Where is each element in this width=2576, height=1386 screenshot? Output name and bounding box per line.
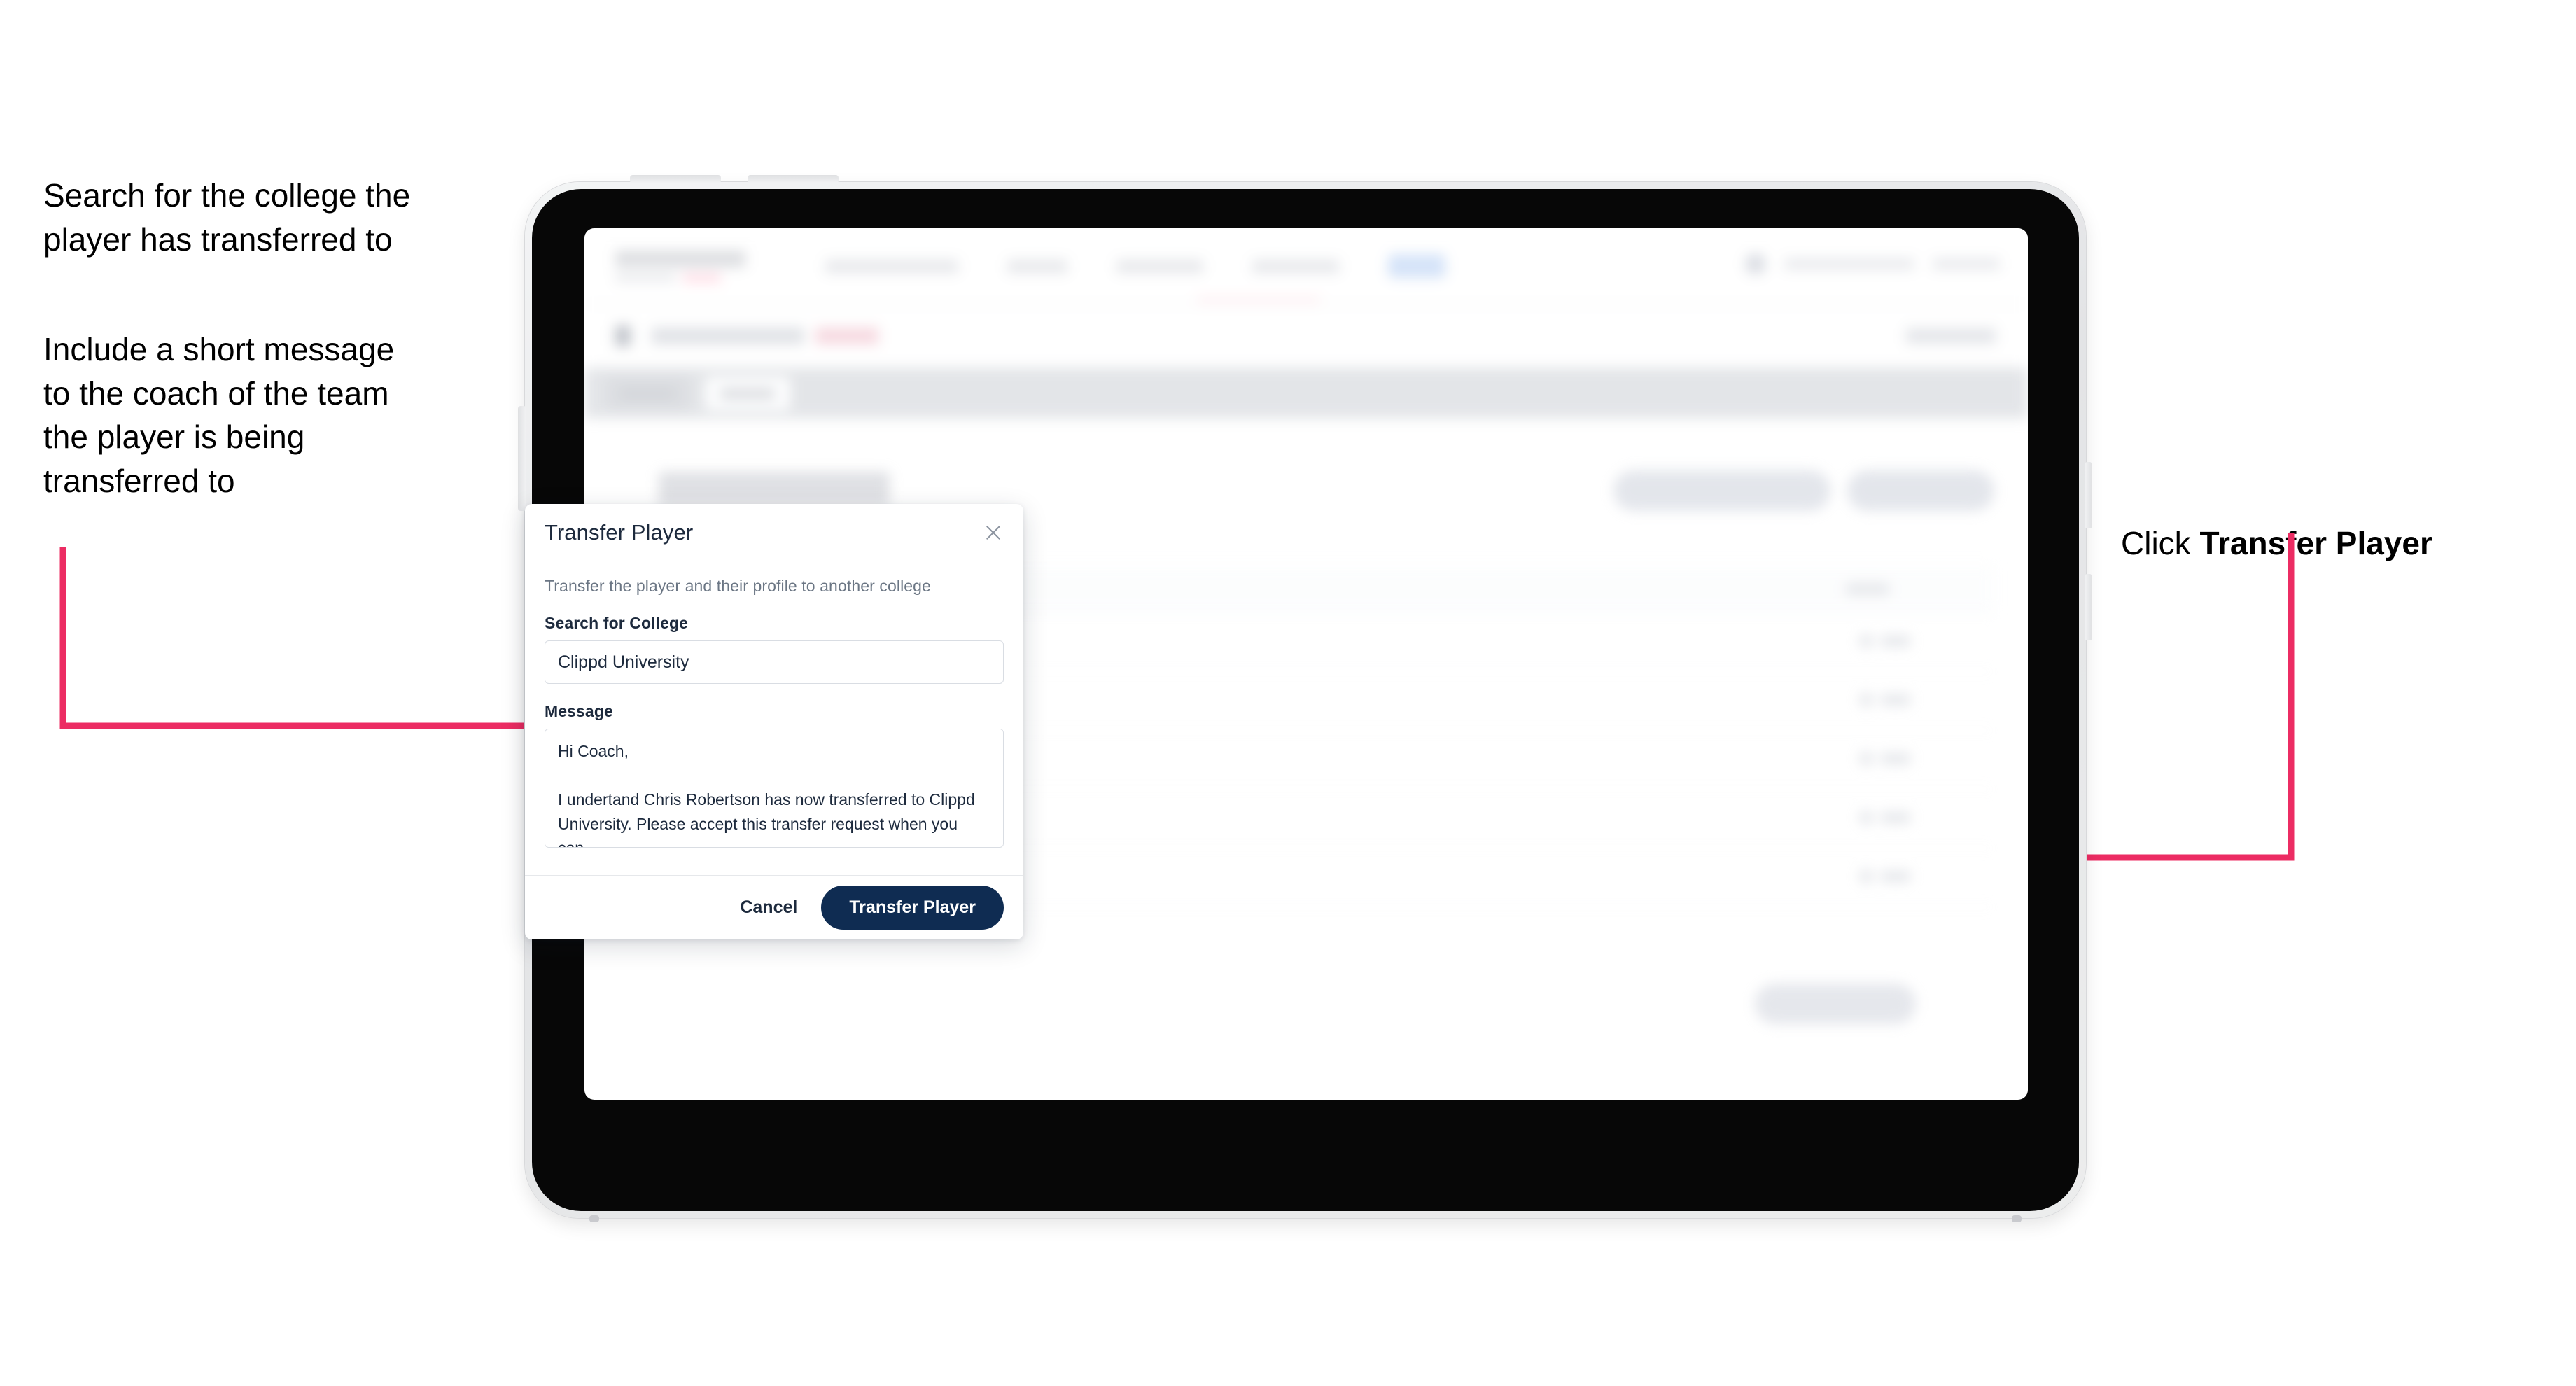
app-nav <box>825 254 1446 278</box>
nav-item-analytics[interactable] <box>1252 259 1339 273</box>
nav-active-underline <box>1197 298 1320 302</box>
annotation-click-prefix: Click <box>2121 524 2200 561</box>
side-button-upper[interactable] <box>2085 462 2092 528</box>
pencil-icon <box>1857 750 1875 768</box>
tab-roster[interactable] <box>705 377 790 410</box>
nav-item-tournaments[interactable] <box>825 259 958 273</box>
breadcrumb-icon <box>615 326 631 346</box>
nav-item-scoreboard[interactable] <box>1116 259 1203 273</box>
message-field-label: Message <box>545 702 613 720</box>
nav-item-active[interactable] <box>1388 254 1446 278</box>
page-title <box>659 472 890 505</box>
nav-item-teams[interactable] <box>1007 259 1068 273</box>
transfer-player-modal: Transfer Player Transfer the player and … <box>525 504 1023 939</box>
modal-title: Transfer Player <box>545 519 694 545</box>
app-tabbar <box>584 368 2028 419</box>
breadcrumb <box>652 328 804 344</box>
app-topbar <box>584 228 2028 305</box>
device-foot-right <box>2012 1215 2022 1222</box>
add-player-button[interactable] <box>1847 470 1994 511</box>
app-logo[interactable] <box>615 250 748 282</box>
device-foot-left <box>589 1215 599 1222</box>
modal-header: Transfer Player <box>525 504 1023 561</box>
annotation-click-transfer: Click Transfer Player <box>2121 477 2555 565</box>
pencil-icon <box>1857 691 1875 709</box>
page-root: Search for the college the player has tr… <box>0 0 2576 1386</box>
cancel-link[interactable] <box>1906 328 1996 344</box>
side-button-lower[interactable] <box>2085 574 2092 640</box>
avatar[interactable] <box>1745 253 1766 274</box>
annotation-include-message: Include a short message to the coach of … <box>43 331 395 499</box>
power-button[interactable] <box>518 406 526 511</box>
pencil-icon <box>1857 808 1875 827</box>
request-player-transfer-button[interactable] <box>1614 470 1830 511</box>
cancel-button[interactable]: Cancel <box>736 890 802 925</box>
search-college-input[interactable] <box>545 640 1004 684</box>
breadcrumb-accent <box>816 328 878 344</box>
message-textarea[interactable] <box>545 729 1004 848</box>
account-email <box>1784 258 1914 270</box>
app-account <box>1745 253 2000 274</box>
modal-body: Transfer the player and their profile to… <box>525 561 1023 858</box>
annotation-search-college: Search for the college the player has tr… <box>43 177 411 258</box>
annotation-click-target: Transfer Player <box>2199 524 2432 561</box>
save-and-continue-button[interactable] <box>1755 983 1916 1024</box>
pencil-icon <box>1857 867 1875 886</box>
sign-out-link[interactable] <box>1933 258 2000 270</box>
college-field-label: Search for College <box>545 614 689 632</box>
tab-details[interactable] <box>606 377 690 410</box>
app-subheader <box>584 305 2028 368</box>
modal-footer: Cancel Transfer Player <box>525 875 1023 939</box>
transfer-player-button[interactable]: Transfer Player <box>821 886 1004 930</box>
close-icon[interactable] <box>979 518 1008 547</box>
pencil-icon <box>1857 632 1875 650</box>
volume-down-button[interactable] <box>748 175 839 183</box>
volume-up-button[interactable] <box>630 175 721 183</box>
modal-description: Transfer the player and their profile to… <box>545 577 931 595</box>
app-action-buttons <box>1614 470 1994 511</box>
